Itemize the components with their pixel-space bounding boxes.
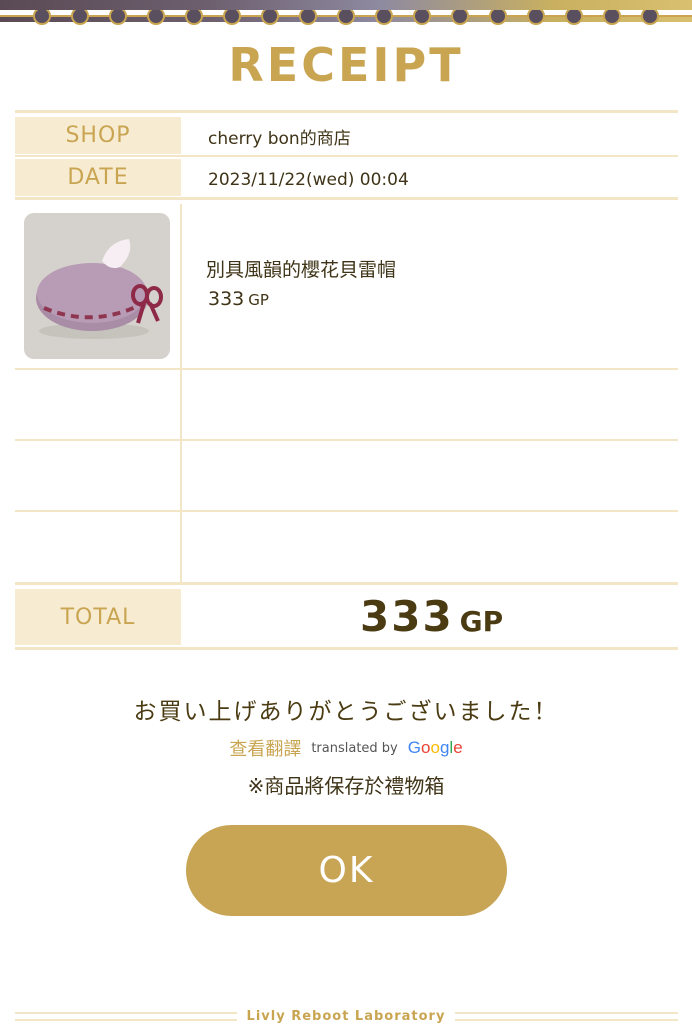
shop-name: cherry bon的商店 (208, 129, 351, 149)
table-divider (15, 197, 678, 200)
item-price: 333 GP (208, 288, 269, 310)
sakura-beret-icon (24, 213, 170, 359)
translate-row: 查看翻譯 translated by Google (0, 735, 692, 761)
total-amount: 333 GP (360, 592, 503, 641)
total-amount-unit: GP (459, 605, 504, 638)
item-price-value: 333 (208, 288, 245, 310)
table-divider (15, 647, 678, 650)
view-translation-link[interactable]: 查看翻譯 (229, 735, 301, 761)
gift-box-note: ※商品將保存於禮物箱 (247, 774, 445, 798)
translated-by-label: translated by (311, 740, 398, 756)
table-divider (15, 439, 678, 441)
google-logo: Google (407, 738, 463, 757)
table-divider (15, 510, 678, 512)
ok-button-label: OK (318, 850, 375, 891)
table-divider (15, 155, 678, 157)
table-column-divider (180, 204, 182, 582)
purchase-date: 2023/11/22(wed) 00:04 (208, 170, 409, 190)
item-name: 別具風韻的櫻花貝雷帽 (206, 259, 397, 281)
total-amount-value: 333 (360, 592, 454, 641)
footer-brand: Livly Reboot Laboratory (0, 1009, 692, 1024)
table-divider (15, 110, 678, 113)
ok-button[interactable]: OK (186, 825, 507, 916)
receipt-title: RECEIPT (228, 38, 464, 92)
thank-you-message: お買い上げありがとうございました！ (133, 699, 559, 725)
shop-label: SHOP (15, 117, 181, 154)
table-divider (15, 368, 678, 370)
item-price-unit: GP (248, 291, 269, 309)
table-divider (15, 582, 678, 585)
date-label: DATE (15, 159, 181, 196)
scalloped-edge-decoration (0, 10, 692, 25)
total-label: TOTAL (15, 589, 181, 645)
footer-brand-text: Livly Reboot Laboratory (236, 1009, 456, 1024)
